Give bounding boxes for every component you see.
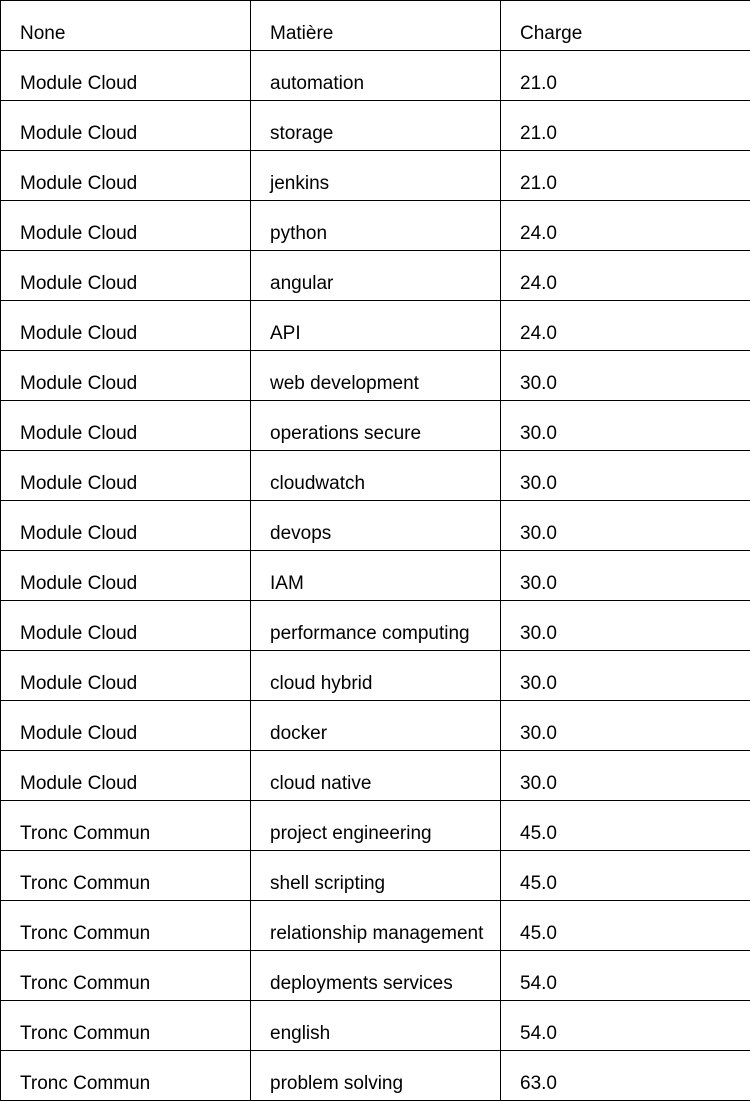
table-row: Module CloudAPI24.0 — [1, 301, 750, 351]
table-row: Module Cloudweb development30.0 — [1, 351, 750, 401]
charge-cell: 30.0 — [501, 751, 750, 801]
table-row: Module Cloudcloud native30.0 — [1, 751, 750, 801]
charge-cell: 45.0 — [501, 801, 750, 851]
group-cell: Tronc Commun — [1, 1051, 251, 1101]
charge-cell: 21.0 — [501, 151, 750, 201]
group-cell: Module Cloud — [1, 101, 251, 151]
group-cell: Module Cloud — [1, 451, 251, 501]
group-cell: Tronc Commun — [1, 951, 251, 1001]
subject-cell: deployments services — [251, 951, 501, 1001]
charge-cell: 54.0 — [501, 951, 750, 1001]
group-cell: Tronc Commun — [1, 851, 251, 901]
charge-cell: 30.0 — [501, 401, 750, 451]
table-header: None Matière Charge — [1, 1, 750, 51]
data-table: None Matière Charge Module Cloudautomati… — [0, 0, 750, 1101]
subject-cell: cloudwatch — [251, 451, 501, 501]
table-row: Module Cloudangular24.0 — [1, 251, 750, 301]
table-row: Module Cloudautomation21.0 — [1, 51, 750, 101]
charge-cell: 21.0 — [501, 51, 750, 101]
table-row: Module Cloudperformance computing30.0 — [1, 601, 750, 651]
column-header: None — [1, 1, 251, 51]
group-cell: Module Cloud — [1, 501, 251, 551]
group-cell: Module Cloud — [1, 551, 251, 601]
subject-cell: devops — [251, 501, 501, 551]
subject-cell: project engineering — [251, 801, 501, 851]
group-cell: Module Cloud — [1, 201, 251, 251]
subject-cell: english — [251, 1001, 501, 1051]
charge-cell: 30.0 — [501, 501, 750, 551]
column-header: Charge — [501, 1, 750, 51]
subject-cell: web development — [251, 351, 501, 401]
header-row: None Matière Charge — [1, 1, 750, 51]
charge-cell: 45.0 — [501, 901, 750, 951]
subject-cell: python — [251, 201, 501, 251]
subject-cell: IAM — [251, 551, 501, 601]
table-row: Tronc Communproject engineering45.0 — [1, 801, 750, 851]
table-row: Module CloudIAM30.0 — [1, 551, 750, 601]
group-cell: Module Cloud — [1, 151, 251, 201]
subject-cell: docker — [251, 701, 501, 751]
charge-cell: 63.0 — [501, 1051, 750, 1101]
table-row: Module Cloudcloud hybrid30.0 — [1, 651, 750, 701]
table-row: Tronc Communenglish54.0 — [1, 1001, 750, 1051]
group-cell: Tronc Commun — [1, 801, 251, 851]
charge-cell: 30.0 — [501, 351, 750, 401]
charge-cell: 30.0 — [501, 551, 750, 601]
subject-cell: performance computing — [251, 601, 501, 651]
subject-cell: relationship management — [251, 901, 501, 951]
subject-cell: problem solving — [251, 1051, 501, 1101]
charge-cell: 30.0 — [501, 601, 750, 651]
charge-cell: 24.0 — [501, 251, 750, 301]
table-row: Module Cloudoperations secure30.0 — [1, 401, 750, 451]
group-cell: Module Cloud — [1, 651, 251, 701]
charge-cell: 24.0 — [501, 201, 750, 251]
table-row: Module Cloudjenkins21.0 — [1, 151, 750, 201]
subject-cell: operations secure — [251, 401, 501, 451]
subject-cell: automation — [251, 51, 501, 101]
group-cell: Module Cloud — [1, 51, 251, 101]
table-row: Tronc Communproblem solving63.0 — [1, 1051, 750, 1101]
table-row: Module Cloudstorage21.0 — [1, 101, 750, 151]
group-cell: Tronc Commun — [1, 1001, 251, 1051]
charge-cell: 30.0 — [501, 451, 750, 501]
charge-cell: 30.0 — [501, 651, 750, 701]
subject-cell: angular — [251, 251, 501, 301]
table-row: Tronc Communrelationship management45.0 — [1, 901, 750, 951]
group-cell: Module Cloud — [1, 351, 251, 401]
subject-cell: jenkins — [251, 151, 501, 201]
charge-cell: 21.0 — [501, 101, 750, 151]
group-cell: Module Cloud — [1, 401, 251, 451]
subject-cell: cloud native — [251, 751, 501, 801]
group-cell: Module Cloud — [1, 701, 251, 751]
table-row: Module Clouddevops30.0 — [1, 501, 750, 551]
group-cell: Tronc Commun — [1, 901, 251, 951]
column-header: Matière — [251, 1, 501, 51]
charge-cell: 30.0 — [501, 701, 750, 751]
group-cell: Module Cloud — [1, 301, 251, 351]
group-cell: Module Cloud — [1, 251, 251, 301]
table-row: Module Clouddocker30.0 — [1, 701, 750, 751]
subject-cell: storage — [251, 101, 501, 151]
subject-cell: shell scripting — [251, 851, 501, 901]
subject-cell: API — [251, 301, 501, 351]
table-row: Tronc Commundeployments services54.0 — [1, 951, 750, 1001]
charge-cell: 45.0 — [501, 851, 750, 901]
group-cell: Module Cloud — [1, 751, 251, 801]
charge-cell: 54.0 — [501, 1001, 750, 1051]
table-row: Module Cloudpython24.0 — [1, 201, 750, 251]
table-row: Tronc Communshell scripting45.0 — [1, 851, 750, 901]
table-row: Module Cloudcloudwatch30.0 — [1, 451, 750, 501]
charge-cell: 24.0 — [501, 301, 750, 351]
table-body: Module Cloudautomation21.0Module Cloudst… — [1, 51, 750, 1101]
group-cell: Module Cloud — [1, 601, 251, 651]
subject-cell: cloud hybrid — [251, 651, 501, 701]
